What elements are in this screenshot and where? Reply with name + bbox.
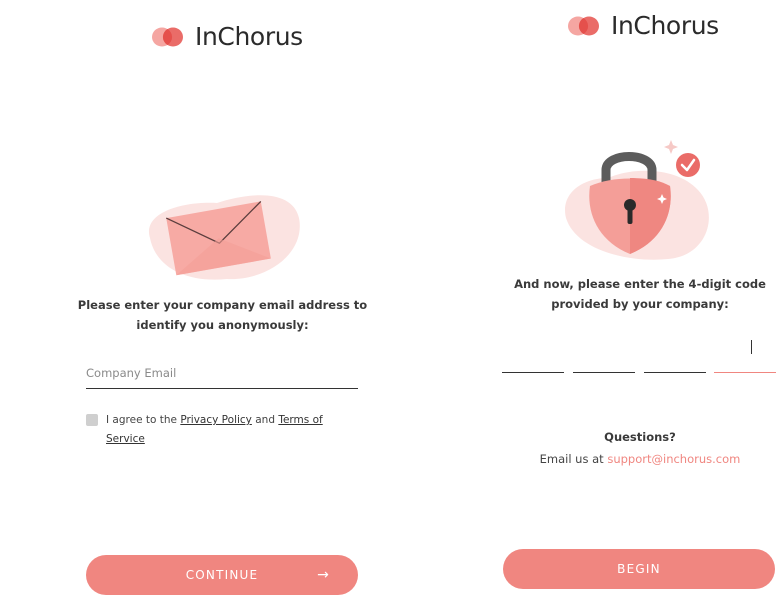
code-digit-1[interactable] — [502, 372, 564, 373]
code-prompt: And now, please enter the 4-digit code p… — [514, 277, 766, 311]
privacy-policy-link[interactable]: Privacy Policy — [180, 414, 252, 426]
text-cursor — [751, 340, 752, 354]
arrow-right-icon: → — [317, 567, 330, 583]
support-email-link[interactable]: support@inchorus.com — [607, 452, 740, 466]
code-digit-4[interactable] — [714, 372, 776, 373]
code-screen: InChorus And now, please enter the 4-dig… — [445, 0, 776, 594]
code-digit-2[interactable] — [573, 372, 635, 373]
questions-heading: Questions? — [604, 430, 676, 444]
agree-terms: I agree to the Privacy Policy and Terms … — [86, 411, 356, 449]
padlock-illustration-icon — [565, 140, 709, 260]
inchorus-logo-icon — [152, 27, 183, 46]
inchorus-logo: InChorus — [567, 11, 719, 40]
begin-button[interactable]: BEGIN — [503, 549, 775, 589]
inchorus-logo: InChorus — [151, 22, 303, 51]
company-email-input[interactable] — [86, 366, 358, 389]
envelope-illustration-icon — [148, 195, 300, 280]
continue-button[interactable]: CONTINUE → — [86, 555, 358, 595]
inchorus-logo-icon — [568, 16, 599, 35]
email-screen: InChorus Please enter your company email… — [0, 0, 445, 595]
email-prompt: Please enter your company email address … — [77, 298, 368, 332]
support-line: Email us at support@inchorus.com — [539, 452, 741, 466]
agree-checkbox[interactable] — [86, 414, 98, 426]
code-digit-3[interactable] — [644, 372, 706, 373]
